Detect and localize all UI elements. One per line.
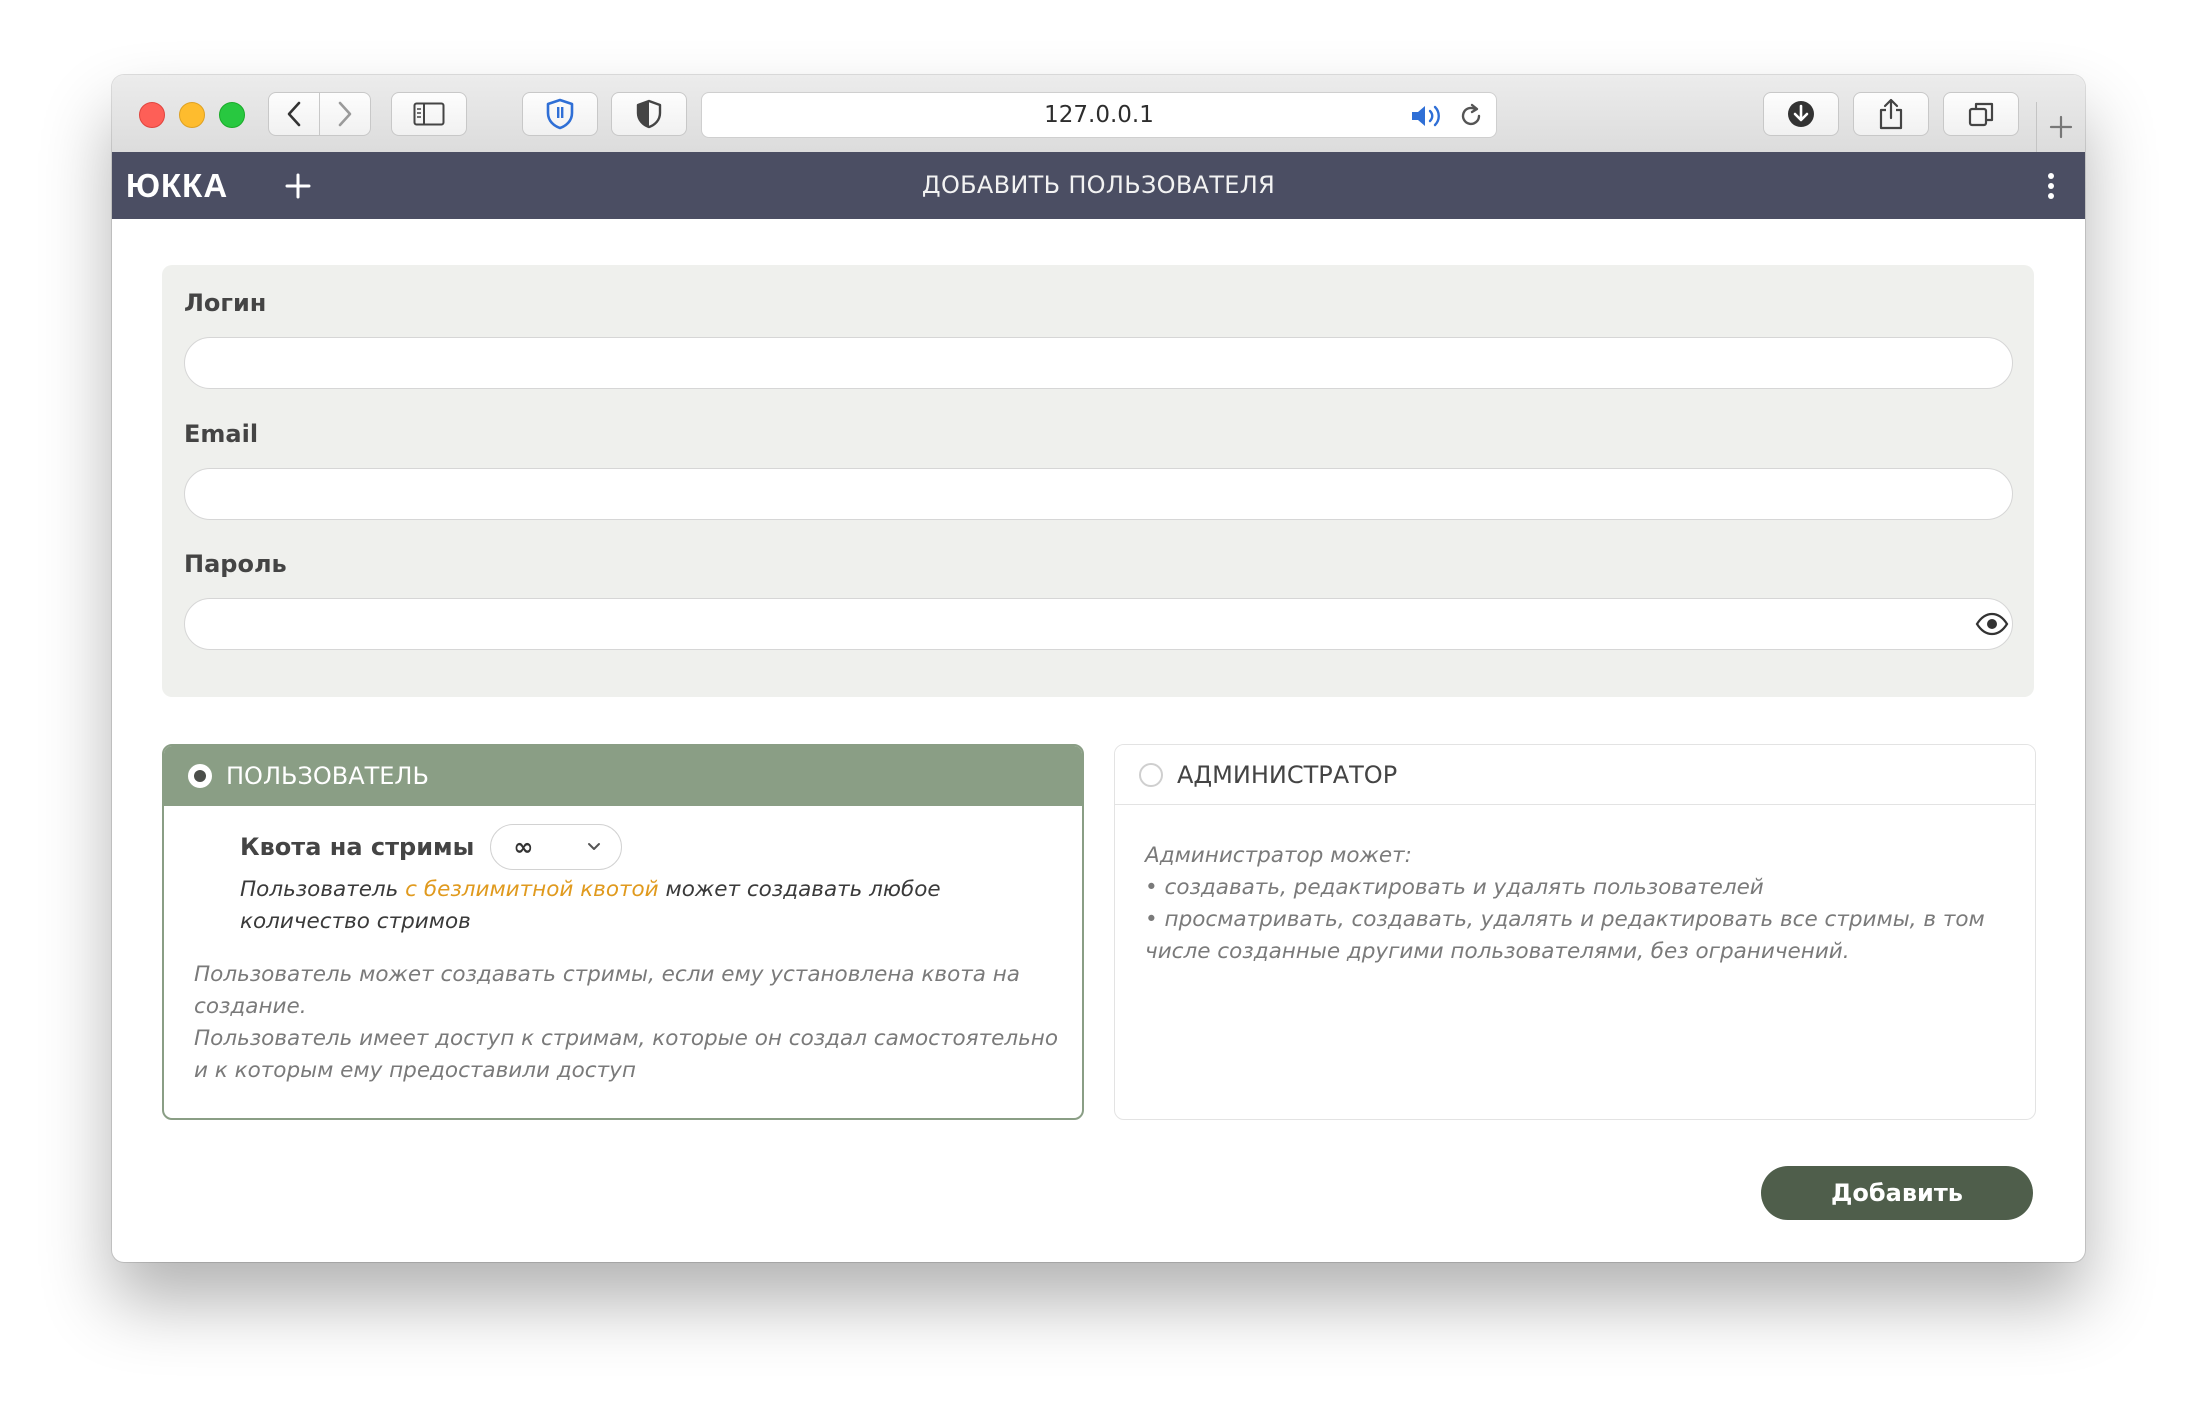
chevron-left-icon <box>287 101 301 127</box>
email-label: Email <box>184 420 259 448</box>
quota-label: Квота на стримы <box>240 833 475 861</box>
sidebar-button[interactable] <box>391 92 467 136</box>
quota-row: Квота на стримы ∞ <box>240 824 623 870</box>
password-label: Пароль <box>184 550 287 578</box>
browser-window: 127.0.0.1 ЮККА ДОБАВИТЬ ПОЛЬЗОВАТЕЛЯ Лог… <box>112 75 2085 1262</box>
role-user-description: Пользователь может создавать стримы, есл… <box>194 959 1064 1087</box>
zoom-window-button[interactable] <box>219 102 245 128</box>
minimize-window-button[interactable] <box>179 102 205 128</box>
plus-icon <box>2049 115 2073 139</box>
address-bar[interactable]: 127.0.0.1 <box>701 92 1497 138</box>
quota-note-highlight: с безлимитной квотой <box>405 877 659 902</box>
role-admin-title: АДМИНИСТРАТОР <box>1177 760 1398 789</box>
tabs-overview-icon <box>1968 102 1994 127</box>
password-manager-button[interactable] <box>522 92 598 136</box>
share-icon <box>1879 98 1903 130</box>
role-user-desc-line: Пользователь может создавать стримы, есл… <box>194 962 1020 1019</box>
role-admin-desc-item: • просматривать, создавать, удалять и ре… <box>1145 907 1985 964</box>
shield-key-icon <box>546 98 574 130</box>
new-tab-button[interactable] <box>2036 102 2085 152</box>
reload-icon[interactable] <box>1458 103 1484 129</box>
role-user-header[interactable]: ПОЛЬЗОВАТЕЛЬ <box>164 746 1082 806</box>
page-title: ДОБАВИТЬ ПОЛЬЗОВАТЕЛЯ <box>921 171 1276 199</box>
chevron-right-icon <box>338 101 352 127</box>
forward-button[interactable] <box>319 92 371 136</box>
credentials-form: Логин Email Пароль <box>162 265 2034 697</box>
sidebar-icon <box>413 102 445 126</box>
privacy-button[interactable] <box>611 92 687 136</box>
role-user-radio[interactable] <box>188 764 212 788</box>
role-admin-desc-item: • создавать, редактировать и удалять пол… <box>1145 875 1764 900</box>
email-input[interactable] <box>184 468 2013 520</box>
downloads-button[interactable] <box>1763 92 1839 136</box>
quota-note-text-start: Пользователь <box>240 877 406 902</box>
role-admin-description: Администратор может: • создавать, редакт… <box>1145 840 2025 968</box>
url-text: 127.0.0.1 <box>1044 102 1154 128</box>
tabs-overview-button[interactable] <box>1943 92 2019 136</box>
quota-note: Пользователь с безлимитной квотой может … <box>240 874 1060 938</box>
app-header: ЮККА ДОБАВИТЬ ПОЛЬЗОВАТЕЛЯ <box>112 152 2085 219</box>
login-input[interactable] <box>184 337 2013 389</box>
role-admin-radio[interactable] <box>1139 762 1163 787</box>
password-input[interactable] <box>184 598 2013 650</box>
role-user-title: ПОЛЬЗОВАТЕЛЬ <box>226 762 429 790</box>
quota-value: ∞ <box>513 833 534 861</box>
quota-select[interactable]: ∞ <box>490 824 623 870</box>
back-button[interactable] <box>268 92 320 136</box>
login-label: Логин <box>184 289 267 317</box>
speaker-icon[interactable] <box>1410 103 1446 129</box>
role-user-panel[interactable]: ПОЛЬЗОВАТЕЛЬ Квота на стримы ∞ Пользоват… <box>162 744 1084 1120</box>
role-user-desc-line: Пользователь имеет доступ к стримам, кот… <box>194 1026 1058 1083</box>
role-admin-panel[interactable]: АДМИНИСТРАТОР Администратор может: • соз… <box>1114 744 2036 1120</box>
half-shield-icon <box>636 99 662 129</box>
role-admin-desc-intro: Администратор может: <box>1145 843 1412 868</box>
share-button[interactable] <box>1853 92 1929 136</box>
role-admin-header[interactable]: АДМИНИСТРАТОР <box>1115 745 2035 805</box>
eye-icon[interactable] <box>1975 612 2009 636</box>
download-icon <box>1788 101 1814 127</box>
browser-toolbar: 127.0.0.1 <box>112 75 2085 153</box>
add-user-button[interactable]: Добавить <box>1761 1166 2033 1220</box>
close-window-button[interactable] <box>139 102 165 128</box>
chevron-down-icon <box>588 843 601 850</box>
kebab-menu-icon[interactable] <box>2045 172 2057 200</box>
